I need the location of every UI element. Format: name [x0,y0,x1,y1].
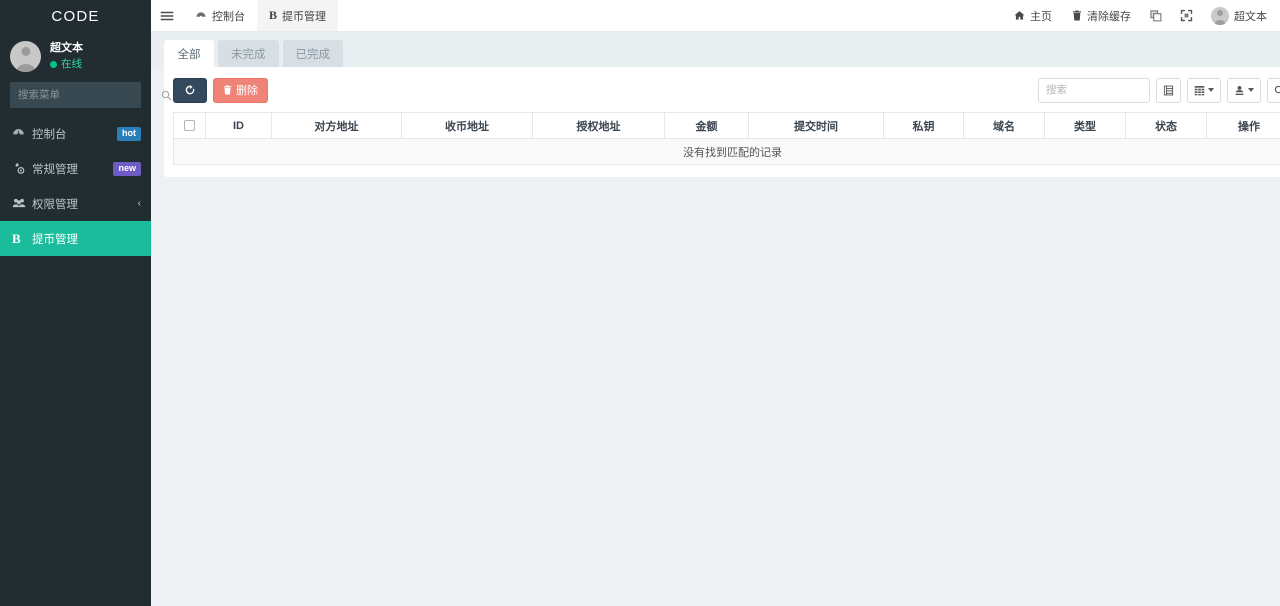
column-actions[interactable]: 操作 [1207,113,1280,139]
profile-name: 超文本 [50,41,83,56]
nav-link-label: 清除缓存 [1087,8,1131,24]
cogs-icon [12,162,29,175]
delete-button[interactable]: 删除 [213,78,268,103]
logo-text: CODE [51,8,99,25]
table-header-row: ID 对方地址 收币地址 授权地址 金额 提交时间 私钥 域名 类型 状态 操作 [174,113,1280,139]
tab-all[interactable]: 全部 [164,40,214,67]
chevron-left-icon: ‹ [138,198,141,209]
person-export-icon [1234,85,1245,96]
search-input[interactable] [1039,84,1149,96]
columns-grid-icon [1194,85,1205,96]
nav-tab-console[interactable]: 控制台 [183,0,257,31]
sidebar-item-withdraw-management[interactable]: B 提币管理 [0,221,151,256]
filter-tabs: 全部 未完成 已完成 [151,32,1280,67]
sidebar-logo[interactable]: CODE [0,0,151,32]
table-search[interactable] [1038,78,1150,103]
column-type[interactable]: 类型 [1045,113,1126,139]
content-panel: 删除 [164,67,1280,177]
search-icon[interactable] [161,90,181,101]
top-navbar: 控制台 B 提币管理 主页 [151,0,1280,32]
export-icon [1163,85,1174,96]
sidebar-item-label: 提币管理 [32,231,141,247]
chevron-down-icon [1208,88,1214,92]
sidebar-search-input[interactable] [10,89,161,101]
sidebar: CODE 超文本 在线 控 [0,0,151,606]
sidebar-item-general-management[interactable]: 常规管理 new [0,151,151,186]
refresh-icon [184,84,196,96]
table-header: ID 对方地址 收币地址 授权地址 金额 提交时间 私钥 域名 类型 状态 操作 [174,113,1280,139]
sidebar-item-label: 权限管理 [32,196,138,212]
sidebar-item-label: 控制台 [32,126,117,142]
fullscreen-expand-icon[interactable] [1172,0,1200,32]
columns-button[interactable] [1187,78,1221,103]
column-submit-time[interactable]: 提交时间 [749,113,884,139]
avatar [10,41,41,72]
column-domain[interactable]: 域名 [964,113,1045,139]
trash-icon [1072,10,1082,21]
tab-incomplete[interactable]: 未完成 [218,40,279,67]
nav-tab-withdraw-management[interactable]: B 提币管理 [257,0,338,31]
tab-label: 未完成 [231,46,266,62]
bold-b-icon: B [269,8,277,23]
nav-tab-label: 控制台 [212,8,245,24]
person-button[interactable] [1227,78,1261,103]
sidebar-badge-hot: hot [117,127,141,141]
home-icon [1014,10,1025,21]
column-private-key[interactable]: 私钥 [884,113,964,139]
column-counterparty-address[interactable]: 对方地址 [272,113,402,139]
tab-label: 已完成 [296,46,331,62]
table-toolbar: 删除 [173,77,1280,103]
users-icon [12,197,29,210]
sidebar-search[interactable] [10,82,141,108]
nav-user-menu[interactable]: 超文本 [1202,0,1276,32]
sidebar-item-label: 常规管理 [32,161,113,177]
delete-label: 删除 [236,82,258,98]
profile-status-label: 在线 [61,57,82,71]
data-table: ID 对方地址 收币地址 授权地址 金额 提交时间 私钥 域名 类型 状态 操作… [173,112,1280,165]
column-status[interactable]: 状态 [1126,113,1207,139]
avatar [1211,7,1229,25]
nav-link-label: 主页 [1030,8,1052,24]
sidebar-profile[interactable]: 超文本 在线 [0,32,151,80]
menu-toggle-button[interactable] [151,0,183,31]
tab-completed[interactable]: 已完成 [283,40,344,67]
export-button[interactable] [1156,78,1181,103]
trash-icon [223,85,232,95]
nav-link-clear-cache[interactable]: 清除缓存 [1063,0,1140,32]
sidebar-menu: 控制台 hot 常规管理 new [0,116,151,256]
toolbar-right [1038,78,1280,103]
navbar-tabs: 控制台 B 提币管理 [183,0,338,31]
search-icon [1274,85,1280,96]
dashboard-icon [195,10,207,22]
column-authorize-address[interactable]: 授权地址 [533,113,665,139]
select-all-checkbox[interactable] [184,120,195,131]
empty-message: 没有找到匹配的记录 [174,139,1280,165]
select-all-header[interactable] [174,113,206,139]
sidebar-badge-new: new [113,162,141,176]
nav-user-label: 超文本 [1234,8,1267,24]
navbar-right: 主页 清除缓存 [1005,0,1280,31]
bold-b-icon: B [12,231,29,247]
nav-tab-label: 提币管理 [282,8,326,24]
column-id[interactable]: ID [206,113,272,139]
profile-status: 在线 [50,57,83,71]
column-amount[interactable]: 金额 [665,113,749,139]
search-toggle-button[interactable] [1267,78,1280,103]
clone-windows-icon[interactable] [1142,0,1170,32]
online-dot-icon [50,61,57,68]
sidebar-item-permission-management[interactable]: 权限管理 ‹ [0,186,151,221]
tab-label: 全部 [178,46,201,62]
table-body: 没有找到匹配的记录 [174,139,1280,165]
main-area: 控制台 B 提币管理 主页 [151,0,1280,606]
dashboard-icon [12,127,29,140]
table-empty-row: 没有找到匹配的记录 [174,139,1280,165]
column-receive-address[interactable]: 收币地址 [402,113,533,139]
chevron-down-icon [1248,88,1254,92]
nav-link-home[interactable]: 主页 [1005,0,1061,32]
sidebar-item-console[interactable]: 控制台 hot [0,116,151,151]
